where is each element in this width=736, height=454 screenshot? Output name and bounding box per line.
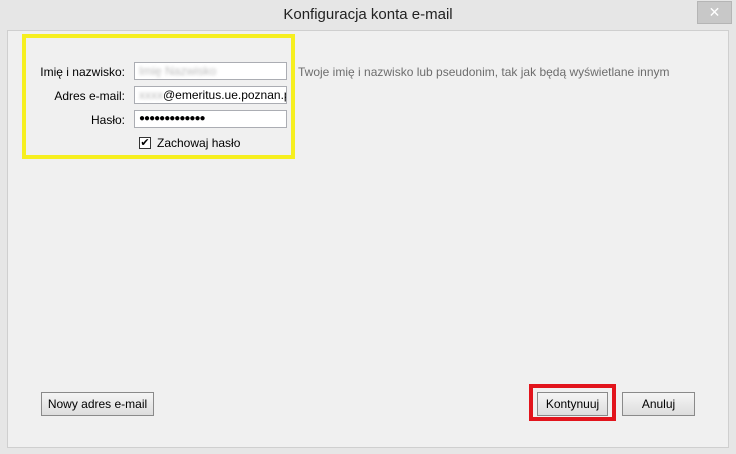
continue-button-label: Kontynuuj [545, 397, 600, 411]
continue-button[interactable]: Kontynuuj [537, 392, 608, 416]
remember-password-checkbox[interactable]: ✔ [139, 137, 151, 149]
remember-password-label[interactable]: Zachowaj hasło [157, 136, 240, 150]
name-hint: Twoje imię i nazwisko lub pseudonim, tak… [298, 65, 670, 79]
name-value: Imię Nazwisko [139, 64, 217, 78]
password-field[interactable]: ●●●●●●●●●●●●● [134, 110, 287, 128]
title-bar: Konfiguracja konta e-mail ✕ [0, 0, 736, 30]
cancel-button-label: Anuluj [641, 397, 676, 411]
email-value: @emeritus.ue.poznan.pl [163, 88, 287, 102]
email-value-hidden: xxxx [139, 88, 163, 102]
checkmark-icon: ✔ [140, 137, 150, 149]
name-field[interactable]: Imię Nazwisko [134, 62, 287, 80]
close-icon: ✕ [708, 4, 721, 20]
name-label: Imię i nazwisko: [40, 65, 125, 79]
password-value: ●●●●●●●●●●●●● [139, 113, 206, 124]
new-email-button[interactable]: Nowy adres e-mail [41, 392, 154, 416]
new-email-button-label: Nowy adres e-mail [47, 397, 148, 411]
password-label: Hasło: [90, 113, 125, 127]
email-field[interactable]: xxxx@emeritus.ue.poznan.pl [134, 86, 287, 104]
window-title: Konfiguracja konta e-mail [283, 6, 453, 23]
cancel-button[interactable]: Anuluj [622, 392, 695, 416]
email-label: Adres e-mail: [54, 89, 125, 103]
close-button[interactable]: ✕ [697, 1, 732, 24]
